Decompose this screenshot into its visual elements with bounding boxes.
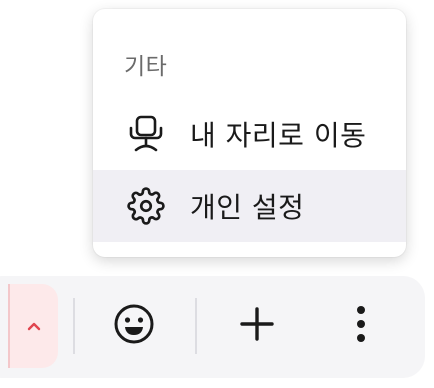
gear-icon xyxy=(126,186,166,226)
menu-section-label: 기타 xyxy=(124,54,168,80)
more-options-button[interactable] xyxy=(331,296,391,356)
context-menu: 기타 내 자리로 이동 개인 설정 xyxy=(93,9,406,257)
office-chair-icon xyxy=(126,114,166,154)
menu-item-label: 개인 설정 xyxy=(190,191,305,224)
menu-item-label: 내 자리로 이동 xyxy=(190,119,367,152)
chevron-up-icon xyxy=(26,317,42,336)
emoji-icon xyxy=(112,302,156,350)
menu-item-personal-settings[interactable]: 개인 설정 xyxy=(93,170,406,242)
add-button[interactable] xyxy=(227,296,287,356)
expand-button[interactable] xyxy=(8,284,58,368)
more-vertical-icon xyxy=(355,304,367,348)
menu-item-move-to-my-seat[interactable]: 내 자리로 이동 xyxy=(93,98,406,170)
emoji-button[interactable] xyxy=(104,296,164,356)
toolbar-divider xyxy=(73,298,75,354)
toolbar-divider xyxy=(195,298,197,354)
plus-icon xyxy=(239,306,275,346)
